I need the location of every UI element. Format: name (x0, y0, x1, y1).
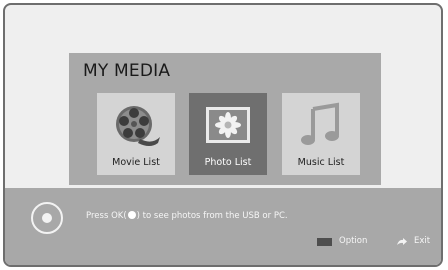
my-media-panel: MY MEDIA Movie List Photo List Music Lis… (69, 53, 381, 185)
help-text-start: Press OK( (86, 211, 127, 221)
ok-button-icon (31, 202, 63, 234)
tile-label: Movie List (112, 157, 160, 168)
film-reel-icon (116, 106, 160, 146)
option-key-icon[interactable] (317, 238, 332, 246)
help-text-end: ) to see photos from the USB or PC. (136, 211, 288, 221)
tile-label: Photo List (204, 157, 252, 168)
photo-list-tile[interactable]: Photo List (189, 93, 267, 175)
tv-screen: MY MEDIA Movie List Photo List Music Lis… (3, 3, 443, 267)
exit-icon[interactable] (396, 237, 408, 247)
music-note-icon (301, 102, 339, 145)
tile-label: Music List (297, 157, 345, 168)
exit-label[interactable]: Exit (414, 236, 430, 246)
help-text: Press OK( ) to see photos from the USB or… (86, 211, 288, 221)
panel-title: MY MEDIA (83, 61, 171, 81)
ok-icon (127, 211, 136, 219)
movie-list-tile[interactable]: Movie List (97, 93, 175, 175)
help-bar: Press OK( ) to see photos from the USB or… (5, 188, 441, 265)
music-list-tile[interactable]: Music List (282, 93, 360, 175)
option-label[interactable]: Option (339, 236, 367, 246)
photo-icon (206, 107, 250, 143)
